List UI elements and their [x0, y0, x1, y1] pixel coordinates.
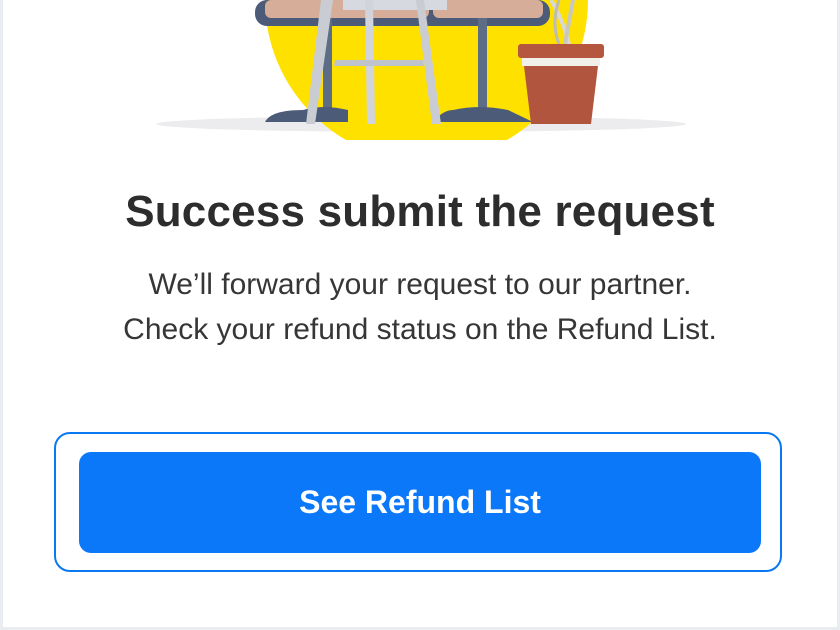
message-line-1: We’ll forward your request to our partne…	[148, 268, 692, 301]
page-title: Success submit the request	[125, 187, 715, 236]
see-refund-list-button[interactable]: See Refund List	[79, 452, 761, 553]
success-illustration	[156, 0, 686, 140]
success-screen: Success submit the request We’ll forward…	[3, 0, 837, 627]
message-line-2: Check your refund status on the Refund L…	[123, 313, 717, 346]
success-message: We’ll forward your request to our partne…	[3, 262, 837, 352]
